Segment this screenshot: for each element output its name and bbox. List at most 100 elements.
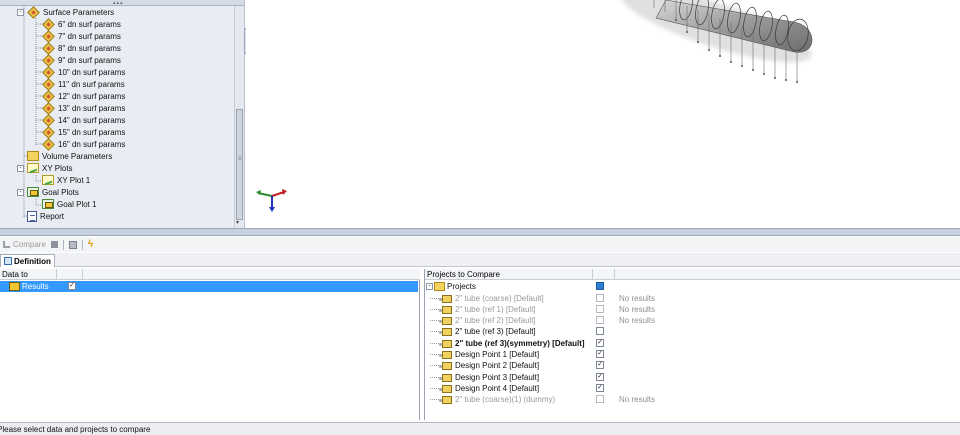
collapse-icon[interactable]: -: [17, 164, 24, 172]
project-label: Design Point 2 [Default]: [455, 361, 540, 371]
diamond-icon: [42, 65, 55, 79]
tree-item[interactable]: - XY Plots: [17, 162, 73, 174]
project-checkbox[interactable]: [596, 316, 604, 325]
tree-item-label: Volume Parameters: [42, 151, 113, 161]
tree-item[interactable]: 11" dn surf params: [42, 77, 125, 91]
tree-item[interactable]: 6" dn surf params: [42, 17, 121, 31]
table-view-button[interactable]: [68, 240, 77, 249]
project-row[interactable]: 2" tube (ref 3) [Default]: [425, 326, 960, 337]
project-label: 2" tube (ref 2) [Default]: [455, 316, 536, 326]
xy-plot-icon: [42, 175, 54, 185]
scroll-down-arrow-icon[interactable]: ▾: [236, 219, 239, 226]
project-status: No results: [619, 293, 656, 303]
tree-item[interactable]: Report: [17, 210, 64, 222]
diamond-icon: [42, 17, 55, 31]
project-label: 2" tube (ref 3) [Default]: [455, 327, 536, 337]
project-checkbox[interactable]: ✓: [596, 338, 604, 347]
refresh-button[interactable]: ϟ: [88, 239, 93, 250]
results-checkbox[interactable]: ✓: [68, 282, 76, 290]
toolbar-separator: [81, 239, 83, 250]
projects-to-compare-header: Projects to Compare: [425, 269, 960, 280]
tree-item-label: 13" dn surf params: [58, 103, 126, 113]
project-checkbox[interactable]: ✓: [596, 372, 604, 381]
collapse-icon[interactable]: -: [426, 283, 433, 290]
column-header-projects[interactable]: Projects to Compare: [425, 269, 593, 280]
tree-item[interactable]: 16" dn surf params: [42, 137, 126, 151]
project-checkbox[interactable]: ✓: [596, 383, 604, 392]
project-row[interactable]: 2" tube (ref 3)(symmetry) [Default] ✓: [425, 338, 960, 349]
column-header-check[interactable]: [57, 269, 83, 280]
column-header-data[interactable]: Data to Compare: [0, 269, 57, 290]
diamond-icon: [42, 137, 55, 151]
tree-item[interactable]: 7" dn surf params: [42, 29, 121, 43]
compare-button[interactable]: Compare: [3, 240, 46, 249]
project-label: 2" tube (coarse) [Default]: [455, 293, 544, 303]
tree-item[interactable]: 8" dn surf params: [42, 41, 121, 55]
tree-item-label: 10" dn surf params: [58, 67, 126, 77]
tree-item[interactable]: - Surface Parameters: [17, 5, 114, 19]
horizontal-splitter[interactable]: [0, 228, 960, 236]
project-label: Design Point 3 [Default]: [455, 372, 540, 382]
tree-item[interactable]: 13" dn surf params: [42, 101, 126, 115]
collapse-icon[interactable]: -: [17, 188, 24, 196]
project-icon: [439, 328, 452, 337]
tree-item[interactable]: Goal Plot 1: [42, 198, 97, 210]
goal-plot-icon: [27, 187, 39, 197]
tree-scrollbar[interactable]: ≡ ▾: [234, 6, 244, 228]
coordinate-triad-icon: [256, 189, 287, 212]
project-row[interactable]: 2" tube (coarse) [Default] No results: [425, 293, 960, 304]
tree-item[interactable]: 12" dn surf params: [42, 89, 126, 103]
compare-button-label: Compare: [13, 240, 46, 249]
tree-item[interactable]: 15" dn surf params: [42, 125, 125, 139]
tree-item[interactable]: 9" dn surf params: [42, 53, 121, 67]
compare-tab-strip: Definition: [0, 253, 960, 267]
tree-item[interactable]: Volume Parameters: [17, 150, 112, 162]
results-label: Results: [22, 282, 49, 291]
scroll-grip-icon: ≡: [238, 156, 242, 162]
project-checkbox[interactable]: [596, 327, 604, 336]
tree-item[interactable]: 14" dn surf params: [42, 113, 125, 127]
project-row[interactable]: Design Point 4 [Default] ✓: [425, 383, 960, 394]
projects-root-label: Projects: [447, 282, 476, 291]
graphics-viewport[interactable]: [246, 0, 960, 228]
tree-scrollbar-thumb[interactable]: ≡: [236, 109, 243, 220]
diamond-icon: [42, 41, 55, 55]
project-row[interactable]: 2" tube (coarse)(1) (dummy) No results: [425, 394, 960, 405]
project-row[interactable]: Design Point 3 [Default] ✓: [425, 372, 960, 383]
project-checkbox[interactable]: [596, 293, 604, 302]
refresh-lightning-icon: ϟ: [87, 239, 94, 250]
project-icon: [439, 384, 452, 393]
project-row[interactable]: Design Point 1 [Default] ✓: [425, 349, 960, 360]
project-checkbox[interactable]: [596, 395, 604, 404]
project-checkbox[interactable]: ✓: [596, 361, 604, 370]
tree-item-label: 7" dn surf params: [58, 31, 121, 41]
table-row-results[interactable]: Results ✓: [0, 281, 418, 292]
projects-root-row[interactable]: - Projects: [425, 281, 960, 292]
project-checkbox[interactable]: ✓: [596, 350, 604, 358]
project-icon: [439, 339, 452, 348]
project-row[interactable]: Design Point 2 [Default] ✓: [425, 360, 960, 371]
tree-item[interactable]: XY Plot 1: [42, 174, 90, 186]
tab-definition[interactable]: Definition: [0, 254, 55, 267]
toolbar-separator: [62, 239, 64, 250]
tree-item[interactable]: - Goal Plots: [17, 186, 79, 198]
project-checkbox[interactable]: [596, 304, 604, 313]
project-row[interactable]: 2" tube (ref 1) [Default] No results: [425, 304, 960, 315]
diamond-icon: [42, 125, 55, 139]
stop-button[interactable]: [50, 241, 58, 248]
project-icon: [439, 305, 452, 314]
compare-icon: [3, 241, 10, 248]
tree-item-label: 16" dn surf params: [58, 139, 126, 149]
tree-item[interactable]: 10" dn surf params: [42, 65, 126, 79]
column-header-check[interactable]: [593, 269, 615, 280]
project-row[interactable]: 2" tube (ref 2) [Default] No results: [425, 315, 960, 326]
project-icon: [439, 351, 452, 359]
results-icon: [9, 282, 20, 291]
tube-model-render: [620, 0, 813, 83]
tree-item-label: Goal Plots: [42, 187, 79, 197]
collapse-icon[interactable]: -: [17, 8, 24, 16]
tree-item-label: XY Plot 1: [57, 175, 91, 185]
tree-item-label: 12" dn surf params: [58, 91, 126, 101]
select-all-checkbox[interactable]: [596, 282, 604, 290]
tree-item-label: 11" dn surf params: [58, 79, 125, 89]
